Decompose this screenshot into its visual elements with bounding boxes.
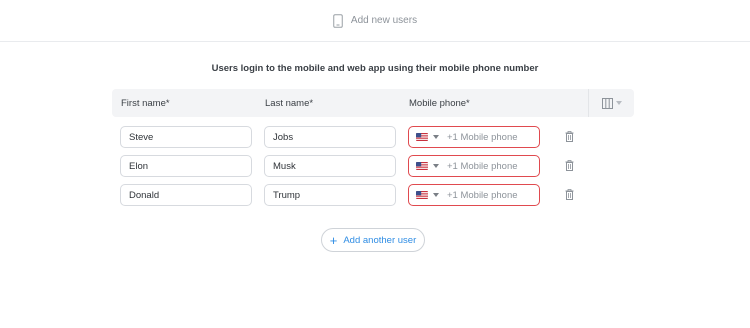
columns-icon xyxy=(602,97,613,109)
mobile-phone-input[interactable] xyxy=(447,189,537,201)
header-divider xyxy=(588,89,589,117)
mobile-phone-field[interactable] xyxy=(408,126,540,148)
page-title: Add new users xyxy=(350,15,418,26)
user-row xyxy=(120,155,580,177)
user-row xyxy=(120,184,580,206)
mobile-phone-field[interactable] xyxy=(408,184,540,206)
columns-menu-button[interactable] xyxy=(602,96,628,110)
mobile-phone-field[interactable] xyxy=(408,155,540,177)
column-header-last-name: Last name* xyxy=(265,98,314,109)
mobile-phone-input[interactable] xyxy=(447,131,537,143)
country-dropdown-icon[interactable] xyxy=(433,193,439,197)
us-flag-icon[interactable] xyxy=(416,133,428,141)
trash-icon[interactable] xyxy=(565,189,574,200)
mobile-phone-input[interactable] xyxy=(447,160,537,172)
last-name-input[interactable] xyxy=(264,126,396,148)
add-another-user-button[interactable]: + Add another user xyxy=(321,228,425,252)
last-name-input[interactable] xyxy=(264,184,396,206)
country-dropdown-icon[interactable] xyxy=(433,164,439,168)
trash-icon[interactable] xyxy=(565,160,574,171)
chevron-down-icon xyxy=(616,101,622,105)
column-header-first-name: First name* xyxy=(121,98,170,109)
first-name-input[interactable] xyxy=(120,184,252,206)
column-header-mobile-phone: Mobile phone* xyxy=(409,98,470,109)
mobile-phone-icon xyxy=(333,13,343,28)
us-flag-icon[interactable] xyxy=(416,162,428,170)
first-name-input[interactable] xyxy=(120,155,252,177)
add-another-user-label: Add another user xyxy=(343,234,417,246)
country-dropdown-icon[interactable] xyxy=(433,135,439,139)
last-name-input[interactable] xyxy=(264,155,396,177)
plus-icon: + xyxy=(329,232,338,248)
table-header: First name* Last name* Mobile phone* xyxy=(112,89,634,117)
top-bar: Add new users xyxy=(0,0,750,42)
user-row xyxy=(120,126,580,148)
instructions-text: Users login to the mobile and web app us… xyxy=(211,63,539,74)
first-name-input[interactable] xyxy=(120,126,252,148)
us-flag-icon[interactable] xyxy=(416,191,428,199)
trash-icon[interactable] xyxy=(565,131,574,142)
